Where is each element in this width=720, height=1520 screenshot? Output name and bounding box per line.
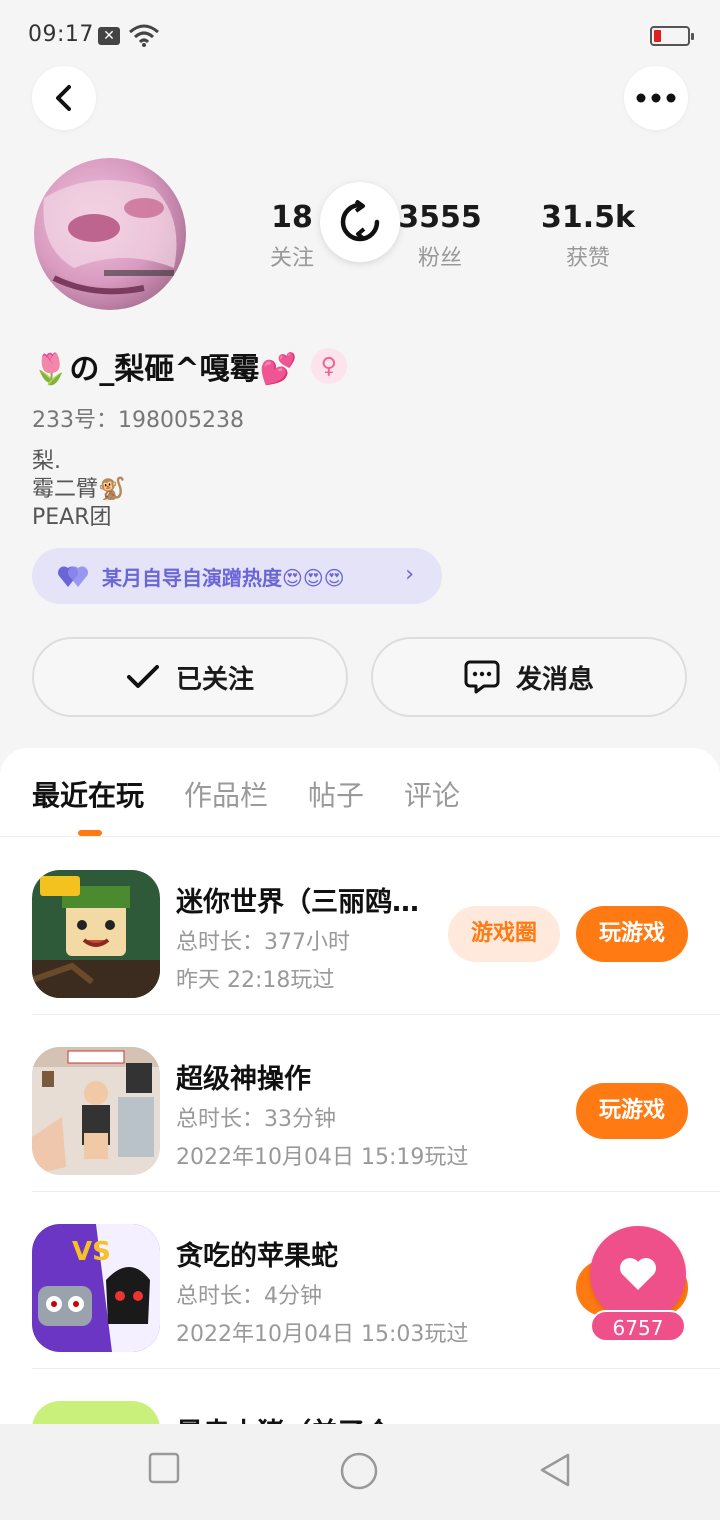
more-options-button[interactable] [624, 66, 688, 130]
battery-icon [650, 26, 694, 46]
avatar[interactable] [34, 158, 186, 310]
follow-button-label: 已关注 [175, 664, 254, 695]
no-sim-icon: ✕ [98, 27, 120, 45]
status-bar: 09:17 ✕ [0, 0, 720, 60]
system-nav-bar [0, 1424, 720, 1520]
battery-level [654, 30, 661, 42]
tab-recently-played[interactable]: 最近在玩 [32, 776, 144, 816]
svg-text:VS: VS [72, 1237, 111, 1267]
game-row[interactable]: 超级神操作 总时长：33分钟 2022年10月04日 15:19玩过 玩游戏 [0, 1015, 720, 1192]
back-button[interactable] [32, 66, 96, 130]
tab-posts[interactable]: 帖子 [308, 776, 364, 816]
chevron-right-icon: › [405, 562, 414, 587]
status-time: 09:17 [28, 22, 94, 47]
play-game-button[interactable]: 玩游戏 [576, 1083, 688, 1139]
bio: 梨. 霉二臂🐒 PEAR团 [32, 448, 125, 532]
game-icon-apple-snake: VS [32, 1224, 160, 1352]
recent-apps-icon[interactable] [148, 1452, 180, 1484]
refresh-icon [340, 200, 380, 242]
floating-like-button[interactable]: 6757 [590, 1226, 686, 1346]
heat-pill[interactable]: 某月自导自演蹭热度😍😍😍 › [32, 548, 442, 604]
game-circle-button[interactable]: 游戏圈 [448, 906, 560, 962]
bio-line: 霉二臂🐒 [32, 477, 126, 502]
back-arrow-icon [56, 85, 71, 111]
like-count: 6757 [590, 1310, 686, 1342]
game-duration: 总时长：4分钟 [176, 1284, 322, 1309]
heat-pill-text: 某月自导自演蹭热度😍😍😍 [102, 565, 345, 590]
bio-line: PEAR团 [32, 505, 112, 530]
back-triangle-icon[interactable] [538, 1452, 572, 1488]
play-game-button[interactable]: 玩游戏 [576, 906, 688, 962]
game-last-played: 昨天 22:18玩过 [176, 968, 335, 993]
game-row[interactable]: 迷你世界（三丽鸥… 总时长：377小时 昨天 22:18玩过 游戏圈 玩游戏 [0, 838, 720, 1015]
game-title: 超级神操作 [176, 1064, 311, 1095]
bio-line: 梨. [32, 449, 61, 474]
like-circle [590, 1226, 686, 1322]
nickname: 🌷の_梨砸^嘎霉💕 [32, 352, 297, 387]
likes-label: 获赞 [565, 246, 610, 271]
game-title: 迷你世界（三丽鸥… [176, 887, 419, 918]
game-duration: 总时长：377小时 [176, 930, 350, 955]
user-id: 233号：198005238 [32, 408, 244, 433]
heart-icon [620, 1258, 656, 1290]
wifi-icon [129, 24, 159, 47]
home-icon[interactable] [340, 1452, 378, 1490]
tab-comments[interactable]: 评论 [404, 776, 460, 816]
game-icon-mini-world [32, 870, 160, 998]
likes-count: 31.5k [541, 200, 635, 235]
divider [0, 836, 720, 837]
chat-bubble-icon [464, 660, 500, 694]
checkmark-icon [126, 665, 159, 688]
more-dots-icon [636, 93, 676, 103]
game-last-played: 2022年10月04日 15:19玩过 [176, 1145, 469, 1170]
message-button[interactable]: 发消息 [371, 637, 687, 717]
double-heart-icon [58, 566, 89, 587]
female-gender-icon: ♀ [310, 348, 347, 384]
game-title: 贪吃的苹果蛇 [176, 1241, 338, 1272]
game-duration: 总时长：33分钟 [176, 1107, 336, 1132]
refresh-floating-button[interactable] [320, 182, 400, 262]
nickname-row: 🌷の_梨砸^嘎霉💕 ♀ [32, 345, 347, 387]
avatar-image [34, 158, 186, 310]
message-button-label: 发消息 [515, 664, 594, 695]
stat-likes[interactable]: 31.5k 获赞 [518, 198, 658, 272]
game-icon-super-operation [32, 1047, 160, 1175]
game-last-played: 2022年10月04日 15:03玩过 [176, 1322, 469, 1347]
tab-bar: 最近在玩 作品栏 帖子 评论 [32, 776, 500, 816]
game-row[interactable]: 暴走小猪（羊了个羊） [0, 1369, 720, 1428]
tab-works[interactable]: 作品栏 [184, 776, 268, 816]
follow-button[interactable]: 已关注 [32, 637, 348, 717]
